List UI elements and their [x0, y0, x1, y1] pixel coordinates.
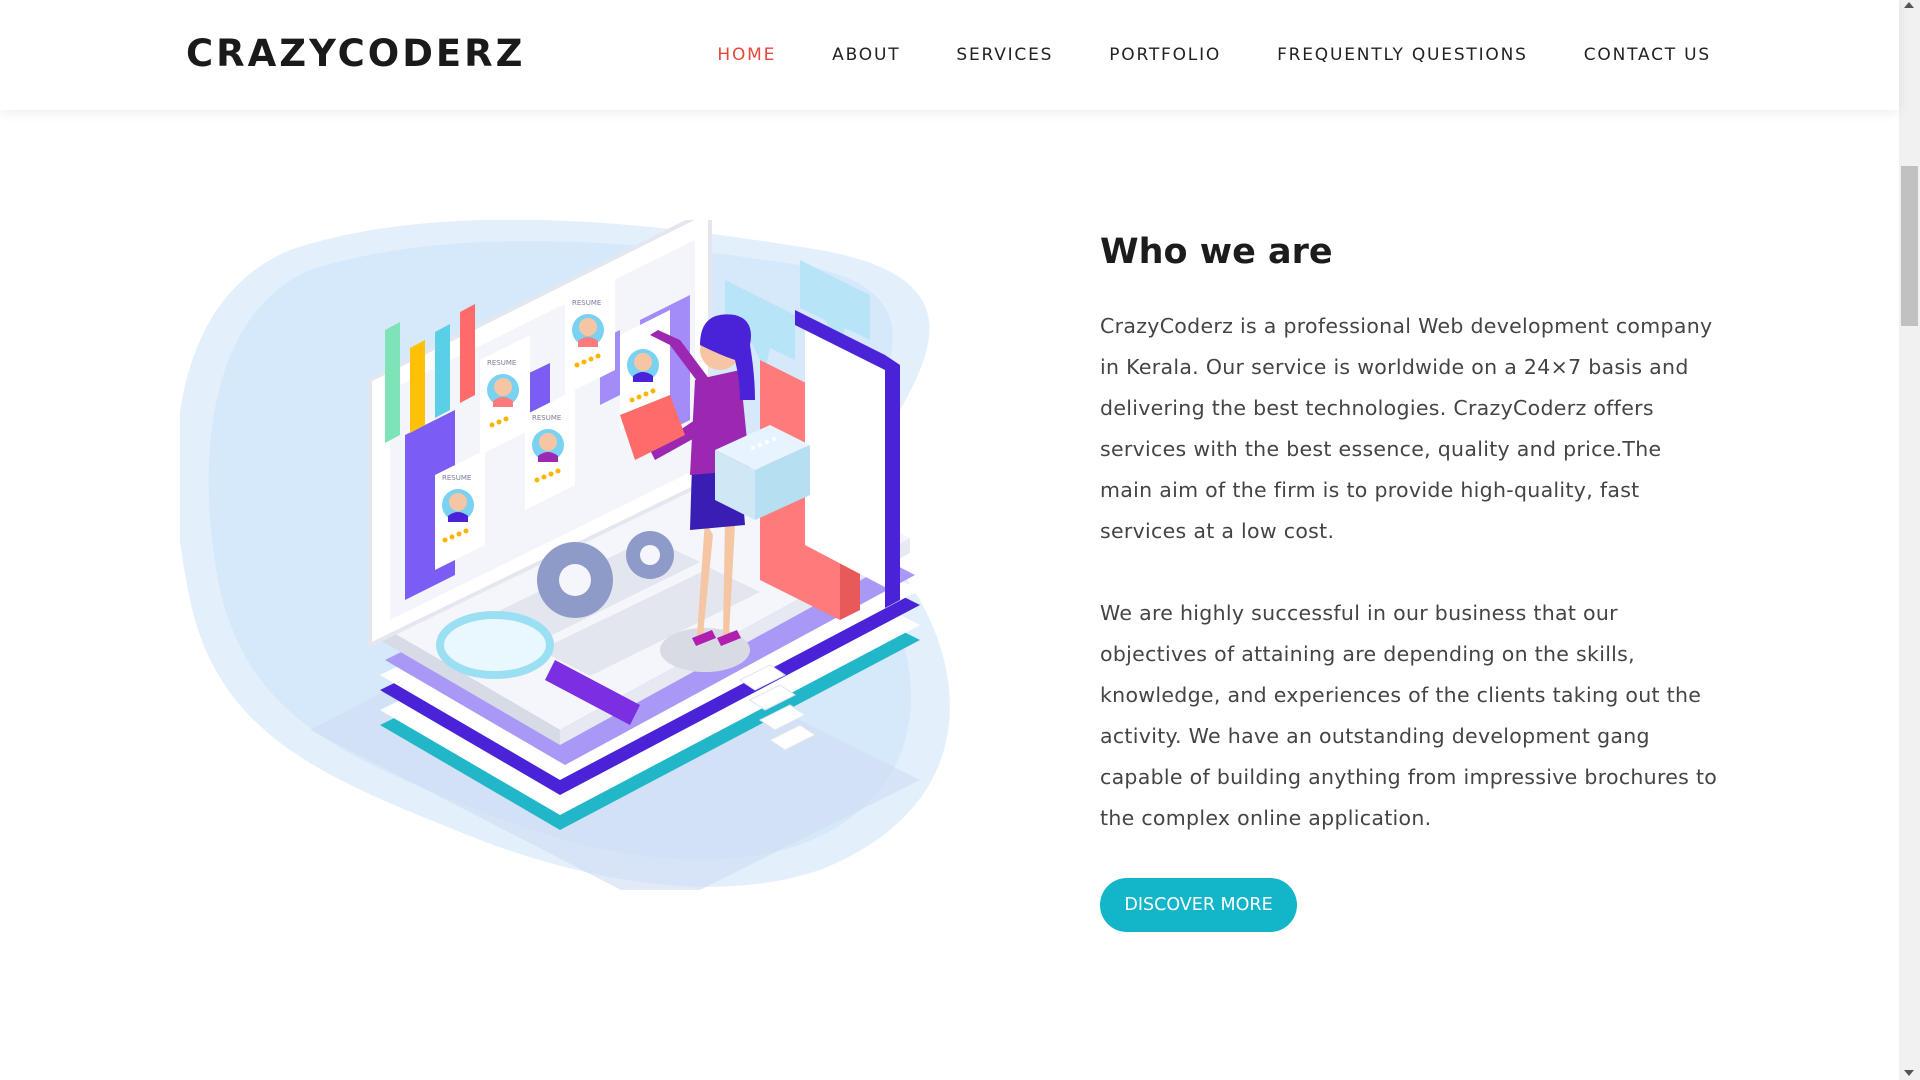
resume-label-1: RESUME — [442, 474, 471, 482]
hero-illustration: RESUME RESUME RESUME RESUME — [175, 206, 1070, 910]
about-section: Who we are CrazyCoderz is a professional… — [1100, 232, 1720, 932]
discover-more-button[interactable]: DISCOVER MORE — [1100, 878, 1297, 932]
resume-label-4: RESUME — [572, 299, 601, 307]
scroll-down-arrow-icon[interactable] — [1904, 1070, 1914, 1076]
vertical-scrollbar[interactable] — [1899, 0, 1920, 1080]
recruitment-illustration: RESUME RESUME RESUME RESUME — [175, 206, 950, 910]
scroll-up-arrow-icon[interactable] — [1904, 2, 1914, 8]
resume-label-3: RESUME — [532, 414, 561, 422]
top-navbar: CRAZYCODERZ HOME ABOUT SERVICES PORTFOLI… — [0, 0, 1899, 110]
nav-item-services[interactable]: SERVICES — [956, 45, 1053, 65]
nav-item-home[interactable]: HOME — [717, 45, 776, 65]
about-paragraph-2: We are highly successful in our business… — [1100, 601, 1718, 830]
main-nav: HOME ABOUT SERVICES PORTFOLIO FREQUENTLY… — [661, 45, 1711, 65]
nav-item-faq[interactable]: FREQUENTLY QUESTIONS — [1277, 45, 1528, 65]
section-title: Who we are — [1100, 232, 1333, 272]
scrollbar-thumb[interactable] — [1901, 166, 1918, 326]
nav-item-contact[interactable]: CONTACT US — [1584, 45, 1711, 65]
resume-label-2: RESUME — [487, 359, 516, 367]
about-paragraph-1: CrazyCoderz is a professional Web develo… — [1100, 314, 1713, 543]
nav-item-about[interactable]: ABOUT — [832, 45, 900, 65]
nav-item-portfolio[interactable]: PORTFOLIO — [1109, 45, 1221, 65]
brand-logo[interactable]: CRAZYCODERZ — [186, 32, 526, 75]
